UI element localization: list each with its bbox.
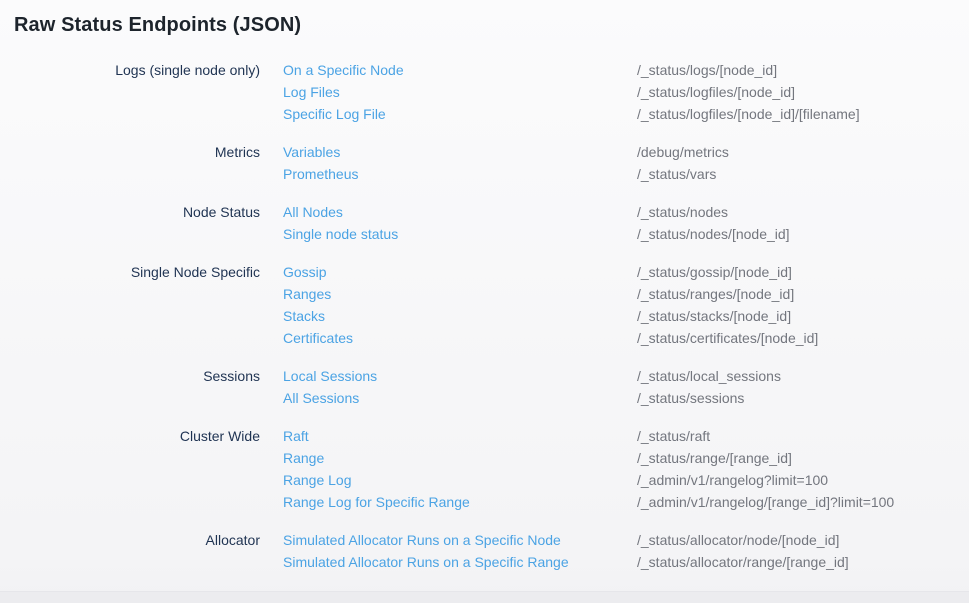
endpoint-row: Gossip /_status/gossip/[node_id] [283,261,969,283]
endpoint-link[interactable]: Prometheus [283,163,637,185]
group-label: Node Status [14,201,260,223]
endpoint-link[interactable]: Raft [283,425,637,447]
endpoint-path: /_status/logfiles/[node_id]/[filename] [637,103,860,125]
endpoint-path: /_status/allocator/node/[node_id] [637,529,839,551]
endpoint-path: /_status/nodes/[node_id] [637,223,790,245]
endpoint-items: Variables /debug/metrics Prometheus /_st… [283,141,969,185]
endpoint-link[interactable]: Variables [283,141,637,163]
endpoint-row: All Nodes /_status/nodes [283,201,969,223]
endpoint-group-single-node: Single Node Specific Gossip /_status/gos… [14,261,969,349]
endpoint-items: Gossip /_status/gossip/[node_id] Ranges … [283,261,969,349]
endpoint-row: Simulated Allocator Runs on a Specific N… [283,529,969,551]
endpoint-link[interactable]: Log Files [283,81,637,103]
endpoint-path: /_status/ranges/[node_id] [637,283,794,305]
endpoint-group-metrics: Metrics Variables /debug/metrics Prometh… [14,141,969,185]
endpoint-link[interactable]: Simulated Allocator Runs on a Specific N… [283,529,637,551]
endpoint-path: /_status/range/[range_id] [637,447,792,469]
group-label: Sessions [14,365,260,387]
endpoint-group-node-status: Node Status All Nodes /_status/nodes Sin… [14,201,969,245]
endpoint-row: Specific Log File /_status/logfiles/[nod… [283,103,969,125]
endpoint-row: Variables /debug/metrics [283,141,969,163]
endpoint-path: /_status/vars [637,163,716,185]
endpoint-row: On a Specific Node /_status/logs/[node_i… [283,59,969,81]
endpoint-path: /_admin/v1/rangelog?limit=100 [637,469,828,491]
endpoint-path: /_status/certificates/[node_id] [637,327,818,349]
endpoint-link[interactable]: Range [283,447,637,469]
page-bottom-edge [0,591,969,603]
endpoint-link[interactable]: All Nodes [283,201,637,223]
endpoint-items: On a Specific Node /_status/logs/[node_i… [283,59,969,125]
endpoint-path: /_status/logfiles/[node_id] [637,81,795,103]
endpoint-items: Raft /_status/raft Range /_status/range/… [283,425,969,513]
endpoint-row: Prometheus /_status/vars [283,163,969,185]
endpoint-row: Local Sessions /_status/local_sessions [283,365,969,387]
endpoint-link[interactable]: Range Log for Specific Range [283,491,637,513]
endpoint-path: /_status/raft [637,425,710,447]
endpoint-link[interactable]: Local Sessions [283,365,637,387]
endpoint-row: All Sessions /_status/sessions [283,387,969,409]
endpoint-row: Simulated Allocator Runs on a Specific R… [283,551,969,573]
group-label: Logs (single node only) [14,59,260,81]
endpoint-path: /_admin/v1/rangelog/[range_id]?limit=100 [637,491,894,513]
endpoint-path: /_status/nodes [637,201,728,223]
endpoint-path: /_status/local_sessions [637,365,781,387]
endpoint-group-sessions: Sessions Local Sessions /_status/local_s… [14,365,969,409]
page-title: Raw Status Endpoints (JSON) [14,14,969,37]
endpoint-row: Raft /_status/raft [283,425,969,447]
endpoint-row: Range Log for Specific Range /_admin/v1/… [283,491,969,513]
endpoint-link[interactable]: Simulated Allocator Runs on a Specific R… [283,551,637,573]
endpoint-row: Range /_status/range/[range_id] [283,447,969,469]
endpoint-items: Simulated Allocator Runs on a Specific N… [283,529,969,573]
endpoint-row: Single node status /_status/nodes/[node_… [283,223,969,245]
endpoint-items: All Nodes /_status/nodes Single node sta… [283,201,969,245]
endpoint-path: /debug/metrics [637,141,729,163]
group-label: Cluster Wide [14,425,260,447]
endpoint-row: Range Log /_admin/v1/rangelog?limit=100 [283,469,969,491]
endpoint-path: /_status/sessions [637,387,744,409]
endpoint-path: /_status/gossip/[node_id] [637,261,792,283]
endpoint-link[interactable]: Stacks [283,305,637,327]
endpoint-group-cluster-wide: Cluster Wide Raft /_status/raft Range /_… [14,425,969,513]
endpoint-link[interactable]: Gossip [283,261,637,283]
group-label: Allocator [14,529,260,551]
endpoint-link[interactable]: All Sessions [283,387,637,409]
endpoint-group-logs: Logs (single node only) On a Specific No… [14,59,969,125]
endpoint-group-allocator: Allocator Simulated Allocator Runs on a … [14,529,969,573]
endpoint-row: Certificates /_status/certificates/[node… [283,327,969,349]
endpoint-path: /_status/logs/[node_id] [637,59,777,81]
endpoint-link[interactable]: Range Log [283,469,637,491]
endpoint-link[interactable]: On a Specific Node [283,59,637,81]
endpoint-path: /_status/stacks/[node_id] [637,305,791,327]
endpoint-link[interactable]: Single node status [283,223,637,245]
group-label: Single Node Specific [14,261,260,283]
endpoint-row: Ranges /_status/ranges/[node_id] [283,283,969,305]
endpoint-row: Log Files /_status/logfiles/[node_id] [283,81,969,103]
debug-endpoints-page: Raw Status Endpoints (JSON) Logs (single… [0,0,969,573]
endpoint-path: /_status/allocator/range/[range_id] [637,551,849,573]
endpoint-link[interactable]: Certificates [283,327,637,349]
endpoint-row: Stacks /_status/stacks/[node_id] [283,305,969,327]
endpoint-items: Local Sessions /_status/local_sessions A… [283,365,969,409]
endpoint-link[interactable]: Specific Log File [283,103,637,125]
endpoint-link[interactable]: Ranges [283,283,637,305]
group-label: Metrics [14,141,260,163]
